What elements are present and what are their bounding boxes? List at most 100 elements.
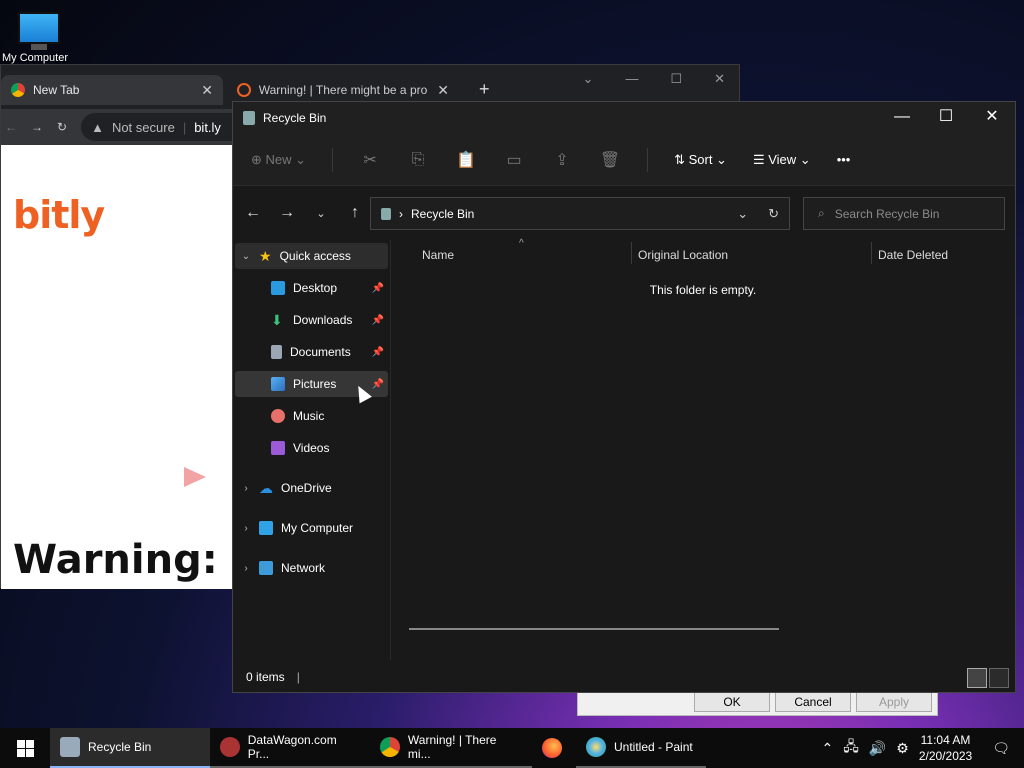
- desktop-icon-my-computer[interactable]: My Computer: [2, 8, 70, 68]
- tiles-view-icon[interactable]: [989, 668, 1009, 688]
- site-favicon-icon: [237, 83, 251, 97]
- taskbar-app-paint[interactable]: Untitled - Paint: [576, 728, 706, 768]
- sort-arrow-icon: ^: [519, 238, 524, 249]
- close-button[interactable]: ✕: [969, 102, 1015, 134]
- status-bar: 0 items |: [233, 662, 1015, 692]
- new-tab-button[interactable]: +: [479, 79, 490, 100]
- nav-item-documents[interactable]: Documents 📌: [235, 339, 388, 365]
- taskbar-app-recycle-bin[interactable]: Recycle Bin: [50, 728, 210, 768]
- pin-icon[interactable]: 📌: [372, 347, 384, 358]
- star-icon: ★: [259, 247, 272, 264]
- cancel-button[interactable]: Cancel: [775, 692, 851, 712]
- explorer-window: Recycle Bin — ☐ ✕ ⊕ New ⌄ ✂ ⎘ 📋 ▭ ⇪ 🗑 ⇅ …: [232, 101, 1016, 693]
- taskbar-app-chrome[interactable]: Warning! | There mi...: [370, 728, 532, 768]
- more-options-button[interactable]: •••: [837, 152, 851, 167]
- desktop-icon: [271, 281, 285, 295]
- nav-item-downloads[interactable]: ⬇ Downloads 📌: [235, 307, 388, 333]
- minimize-button[interactable]: —: [625, 71, 638, 87]
- paint-icon: [586, 737, 606, 757]
- chevron-right-icon: ›: [399, 206, 403, 221]
- nav-item-my-computer[interactable]: › My Computer: [235, 515, 388, 541]
- apply-button[interactable]: Apply: [856, 692, 932, 712]
- nav-item-videos[interactable]: Videos: [235, 435, 388, 461]
- download-icon: ⬇: [271, 311, 283, 328]
- sort-button[interactable]: ⇅ Sort ⌄: [674, 152, 727, 168]
- column-header-date-deleted[interactable]: Date Deleted: [878, 248, 948, 262]
- view-button[interactable]: ☰ View ⌄: [753, 152, 811, 168]
- maximize-button[interactable]: ☐: [923, 102, 969, 134]
- share-icon[interactable]: ⇪: [551, 150, 573, 170]
- taskbar-app-datawagon[interactable]: DataWagon.com Pr...: [210, 728, 370, 768]
- close-tab-icon[interactable]: ✕: [201, 82, 213, 99]
- close-tab-icon[interactable]: ✕: [437, 82, 449, 99]
- breadcrumb[interactable]: Recycle Bin: [411, 207, 474, 221]
- clock[interactable]: 11:04 AM 2/20/2023: [919, 732, 972, 764]
- rename-icon[interactable]: ▭: [503, 150, 525, 170]
- music-icon: [271, 409, 285, 423]
- chevron-down-icon[interactable]: ⌄: [241, 251, 251, 262]
- tab-search-icon[interactable]: ⌄: [583, 71, 594, 87]
- new-button[interactable]: ⊕ New ⌄: [251, 152, 306, 168]
- nav-item-desktop[interactable]: Desktop 📌: [235, 275, 388, 301]
- network-icon[interactable]: 🖧: [843, 736, 859, 760]
- horizontal-scrollbar[interactable]: [409, 628, 779, 630]
- explorer-titlebar: Recycle Bin — ☐ ✕: [233, 102, 1015, 134]
- chevron-down-icon[interactable]: ⌄: [737, 206, 748, 222]
- nav-item-network[interactable]: › Network: [235, 555, 388, 581]
- address-bar[interactable]: › Recycle Bin ⌄ ↻: [370, 197, 790, 230]
- nav-item-quick-access[interactable]: ⌄ ★ Quick access: [235, 243, 388, 269]
- back-icon[interactable]: ←: [236, 204, 270, 222]
- settings-gear-icon[interactable]: ⚙: [896, 740, 909, 757]
- cut-icon[interactable]: ✂: [359, 150, 381, 170]
- minimize-button[interactable]: —: [879, 102, 925, 134]
- recycle-bin-icon: [243, 111, 255, 125]
- chrome-window-controls: ⌄ — ☐ ✕: [583, 71, 725, 87]
- maximize-button[interactable]: ☐: [670, 71, 682, 87]
- url-text: bit.ly: [194, 119, 221, 135]
- volume-icon[interactable]: 🔊: [869, 740, 886, 757]
- window-title: Recycle Bin: [263, 111, 327, 125]
- start-button[interactable]: [0, 728, 50, 768]
- app-icon: [220, 737, 240, 757]
- cloud-icon: ☁: [259, 479, 273, 496]
- pin-icon[interactable]: 📌: [372, 283, 384, 294]
- clock-date: 2/20/2023: [918, 749, 973, 763]
- show-hidden-icons-icon[interactable]: ⌃: [821, 740, 833, 757]
- delete-icon[interactable]: 🗑: [599, 150, 621, 170]
- chevron-right-icon[interactable]: ›: [241, 563, 251, 574]
- chevron-right-icon[interactable]: ›: [241, 523, 251, 534]
- forward-icon[interactable]: →: [270, 204, 304, 222]
- recent-locations-icon[interactable]: ⌄: [304, 207, 338, 220]
- up-icon[interactable]: ↑: [338, 204, 372, 222]
- column-header-original-location[interactable]: Original Location: [638, 248, 728, 262]
- ok-button[interactable]: OK: [694, 692, 770, 712]
- computer-icon: [259, 521, 273, 535]
- empty-folder-message: This folder is empty.: [649, 283, 757, 297]
- forward-icon[interactable]: →: [31, 120, 43, 134]
- bitly-logo: bitly: [13, 193, 105, 237]
- close-button[interactable]: ✕: [714, 71, 725, 87]
- chevron-right-icon[interactable]: ›: [241, 483, 251, 494]
- plus-circle-icon: ⊕: [251, 151, 262, 167]
- search-input[interactable]: ⌕ Search Recycle Bin: [803, 197, 1005, 230]
- copy-icon[interactable]: ⎘: [407, 151, 429, 169]
- reload-icon[interactable]: ↻: [57, 120, 67, 134]
- tab-new-tab[interactable]: New Tab ✕: [1, 75, 223, 105]
- command-bar: ⊕ New ⌄ ✂ ⎘ 📋 ▭ ⇪ 🗑 ⇅ Sort ⌄ ☰ View ⌄ ••…: [233, 134, 1015, 186]
- clock-time: 11:04 AM: [920, 733, 971, 747]
- warning-triangle-icon: ▲: [91, 119, 104, 135]
- taskbar-app-firefox[interactable]: [532, 728, 576, 768]
- pin-icon[interactable]: 📌: [372, 315, 384, 326]
- refresh-icon[interactable]: ↻: [768, 206, 779, 222]
- recycle-bin-icon: [60, 737, 80, 757]
- pictures-icon: [271, 377, 285, 391]
- notification-icon[interactable]: 🗨: [992, 740, 1010, 757]
- nav-item-onedrive[interactable]: › ☁ OneDrive: [235, 475, 388, 501]
- pin-icon[interactable]: 📌: [372, 379, 384, 390]
- column-header-name[interactable]: Name: [422, 248, 454, 262]
- nav-item-music[interactable]: Music: [235, 403, 388, 429]
- details-view-icon[interactable]: [967, 668, 987, 688]
- back-icon[interactable]: ←: [5, 120, 17, 134]
- paste-icon[interactable]: 📋: [455, 150, 477, 170]
- view-icon: ☰: [752, 151, 765, 167]
